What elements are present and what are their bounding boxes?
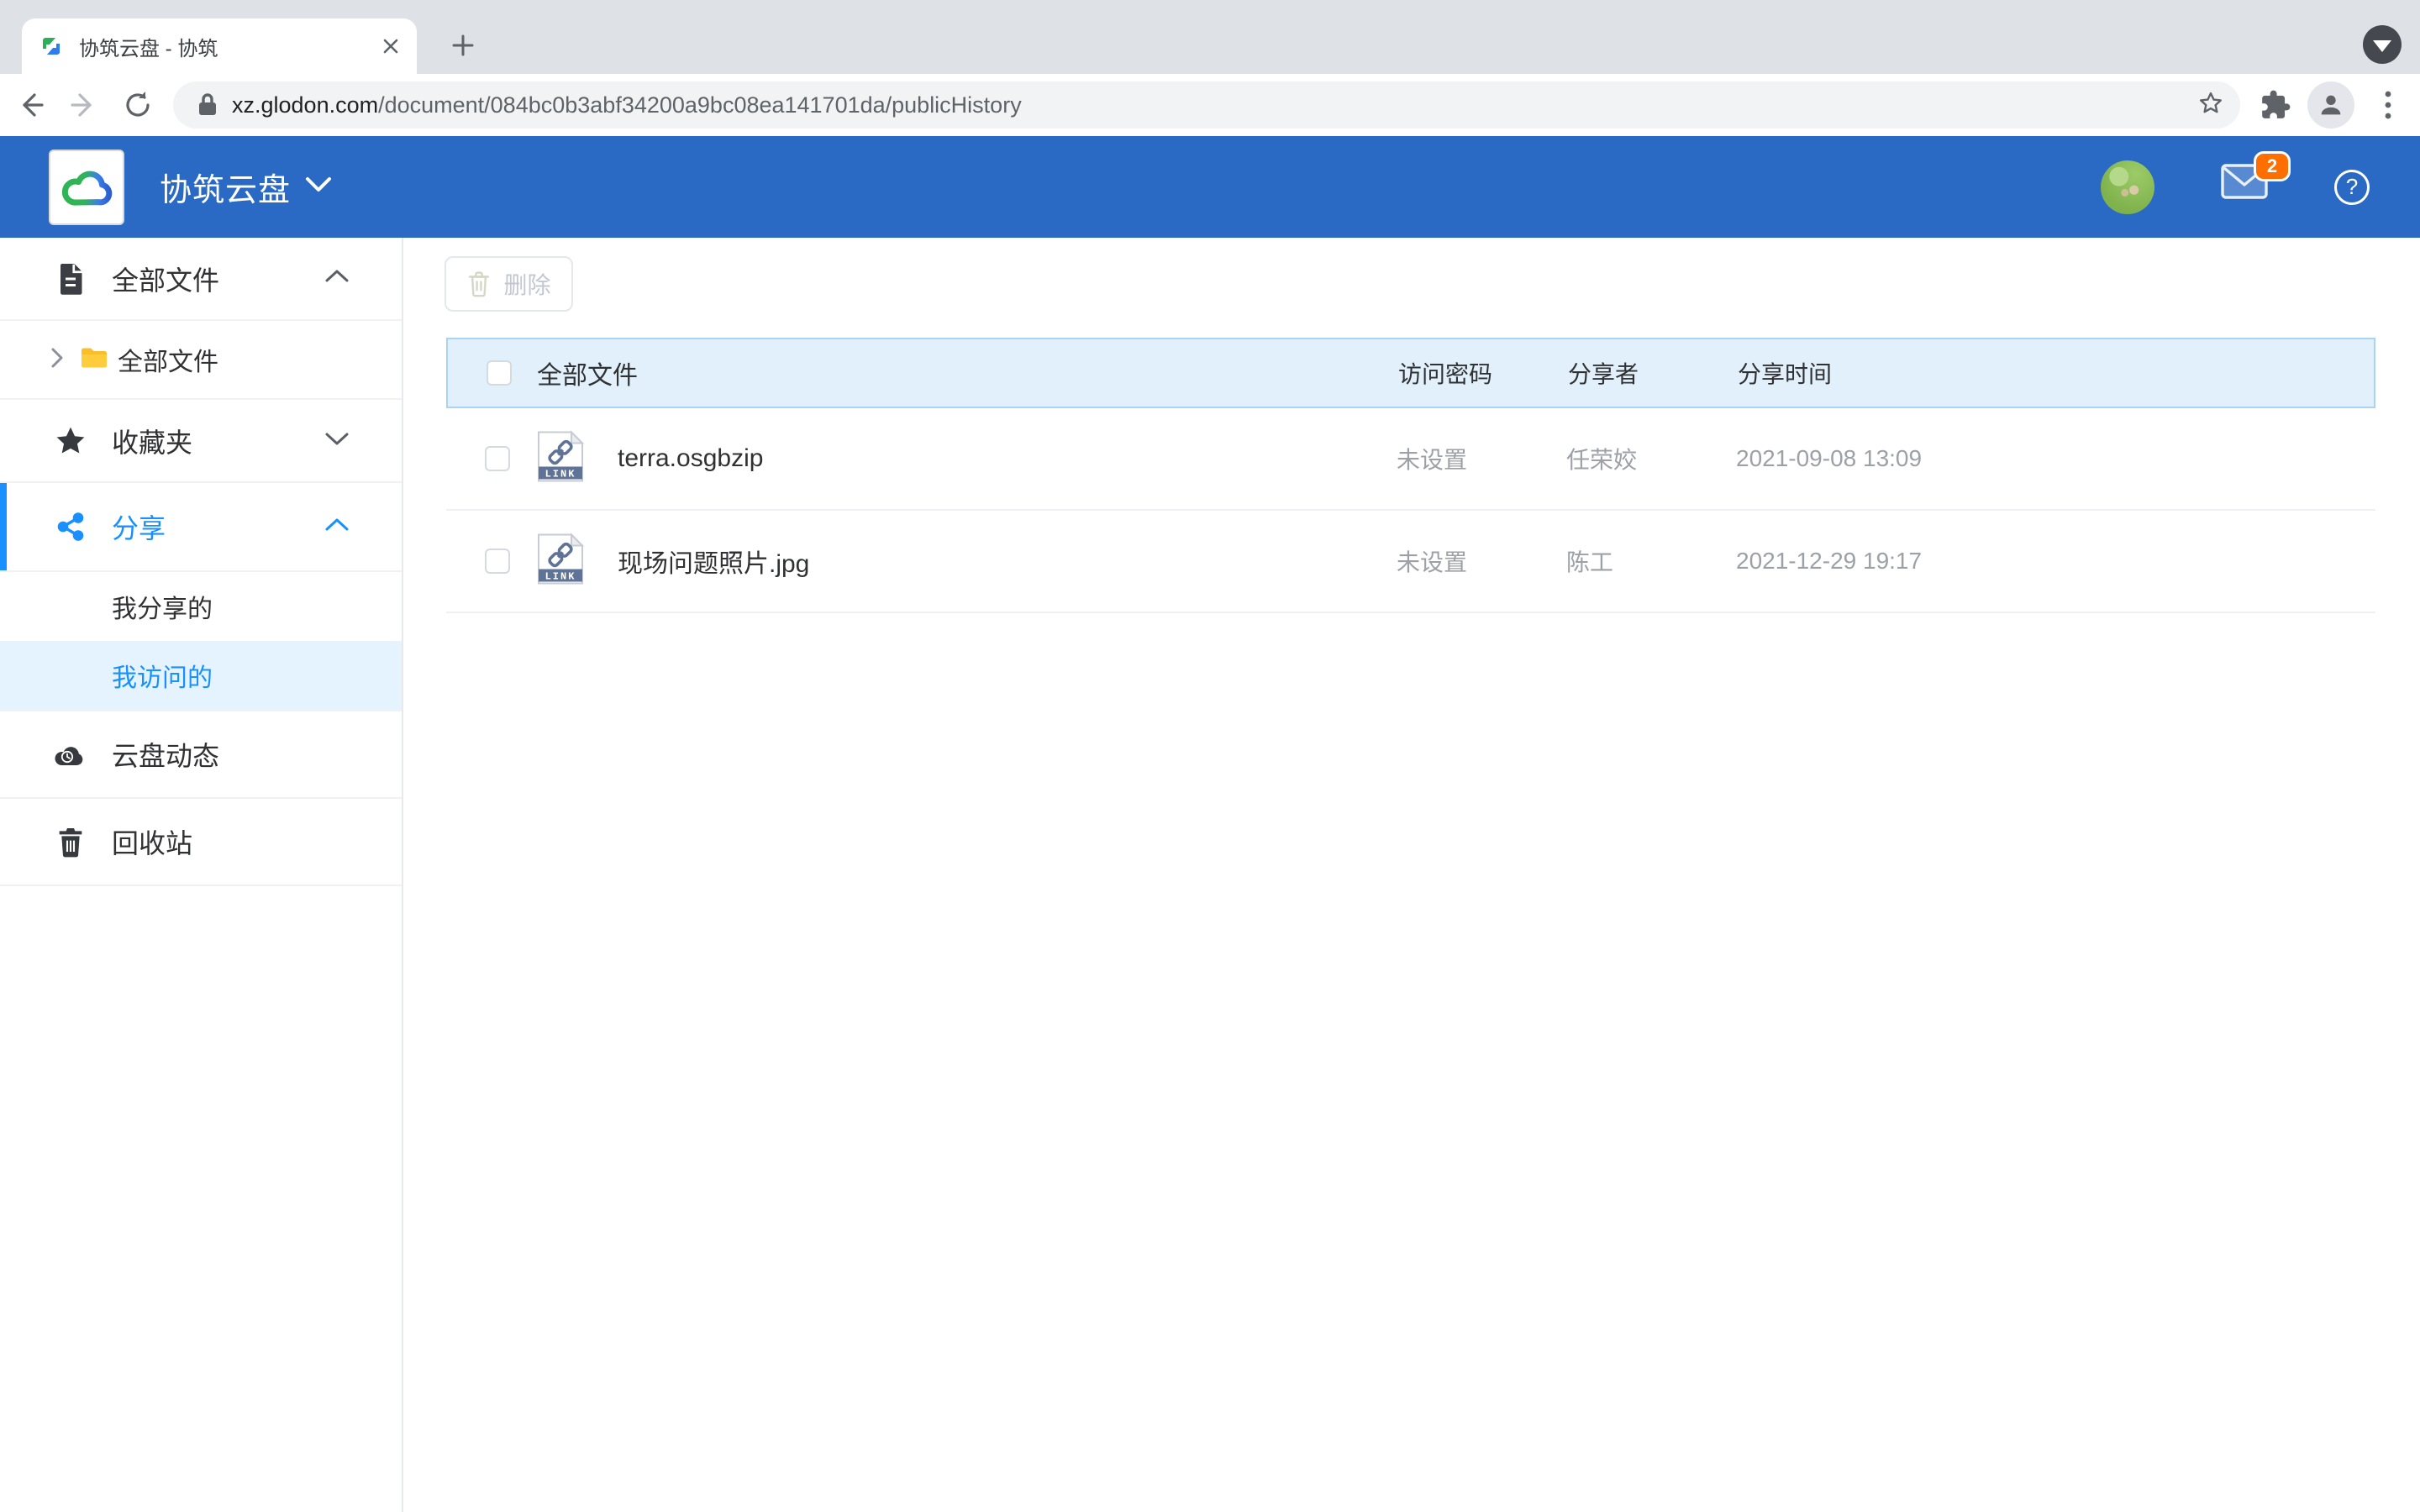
delete-button[interactable]: 删除 — [445, 256, 573, 312]
new-tab-button[interactable] — [443, 25, 483, 66]
header-actions: 2 ? — [2101, 136, 2370, 238]
sidebar-item-label: 我访问的 — [112, 657, 213, 694]
reload-button[interactable] — [114, 81, 161, 129]
tab-close-icon[interactable] — [376, 32, 405, 60]
tab-search-button[interactable] — [2363, 25, 2402, 64]
forward-button[interactable] — [60, 81, 108, 129]
file-name[interactable]: terra.osgbzip — [618, 444, 763, 473]
address-bar[interactable]: xz.glodon.com/document/084bc0b3abf34200a… — [173, 81, 2240, 129]
browser-menu-icon[interactable] — [2365, 81, 2412, 129]
lock-icon — [197, 92, 218, 118]
cloud-activity-icon — [54, 742, 87, 767]
sidebar-item-label: 我分享的 — [112, 588, 213, 625]
chevron-down-icon[interactable] — [304, 176, 333, 198]
sidebar: 全部文件 全部文件 收藏夹 — [0, 238, 403, 1512]
app-title: 协筑云盘 — [160, 164, 291, 210]
link-badge-text: LINK — [545, 571, 576, 583]
cell-time: 2021-09-08 13:09 — [1736, 445, 1922, 472]
sidebar-item-label: 云盘动态 — [112, 735, 219, 774]
sidebar-item-drive-activity[interactable]: 云盘动态 — [0, 711, 402, 799]
sidebar-item-all-files[interactable]: 全部文件 — [0, 238, 402, 321]
share-icon — [54, 512, 87, 542]
browser-profile-icon[interactable] — [2307, 81, 2354, 129]
sidebar-item-favorites[interactable]: 收藏夹 — [0, 400, 402, 483]
notification-badge: 2 — [2254, 151, 2291, 181]
app-header: 协筑云盘 2 ? — [0, 136, 2420, 238]
tab-title: 协筑云盘 - 协筑 — [79, 32, 376, 61]
sidebar-item-share[interactable]: 分享 — [0, 483, 402, 572]
select-all-label: 全部文件 — [537, 354, 638, 391]
browser-toolbar: xz.glodon.com/document/084bc0b3abf34200a… — [0, 74, 2420, 136]
cell-sharer: 任荣姣 — [1566, 442, 1637, 475]
table-row[interactable]: LINK terra.osgbzip 未设置 任荣姣 2021-09-08 13… — [446, 408, 2375, 511]
folder-icon — [80, 346, 108, 374]
sidebar-item-label: 全部文件 — [112, 260, 219, 298]
row-checkbox[interactable] — [485, 446, 510, 471]
link-file-icon: LINK — [534, 430, 587, 488]
main-content: 删除 全部文件 访问密码 分享者 分享时间 — [403, 238, 2420, 1512]
back-button[interactable] — [7, 81, 54, 129]
bookmark-star-icon[interactable] — [2196, 89, 2225, 122]
star-icon — [54, 426, 87, 456]
url-path: /document/084bc0b3abf34200a9bc08ea141701… — [378, 92, 1022, 118]
shares-table: 全部文件 访问密码 分享者 分享时间 — [446, 338, 2375, 613]
user-avatar[interactable] — [2101, 160, 2154, 214]
cell-time: 2021-12-29 19:17 — [1736, 548, 1922, 575]
chevron-right-icon[interactable] — [49, 346, 66, 374]
sidebar-item-recycle-bin[interactable]: 回收站 — [0, 799, 402, 886]
sidebar-item-label: 收藏夹 — [112, 422, 192, 460]
table-row[interactable]: LINK 现场问题照片.jpg 未设置 陈工 2021-12-29 19:17 — [446, 511, 2375, 613]
column-header-sharer: 分享者 — [1568, 356, 1639, 390]
chevron-up-icon[interactable] — [324, 517, 350, 538]
browser-tab[interactable]: 协筑云盘 - 协筑 — [22, 18, 417, 74]
cell-password: 未设置 — [1397, 544, 1467, 578]
sidebar-tree-item-all-files[interactable]: 全部文件 — [0, 321, 402, 400]
sidebar-item-label: 回收站 — [112, 822, 192, 861]
help-glyph: ? — [2346, 174, 2358, 200]
link-badge-text: LINK — [545, 469, 576, 480]
link-file-icon: LINK — [534, 533, 587, 591]
cell-sharer: 陈工 — [1566, 544, 1613, 578]
trash-icon — [54, 826, 87, 858]
sidebar-item-label: 全部文件 — [118, 341, 218, 378]
file-name[interactable]: 现场问题照片.jpg — [618, 543, 809, 580]
table-header-row: 全部文件 访问密码 分享者 分享时间 — [446, 338, 2375, 408]
select-all-checkbox[interactable] — [487, 360, 512, 386]
column-header-time: 分享时间 — [1738, 356, 1832, 390]
extensions-icon[interactable] — [2252, 81, 2299, 129]
url-text: xz.glodon.com/document/084bc0b3abf34200a… — [232, 92, 2186, 118]
notifications-button[interactable]: 2 — [2220, 163, 2269, 212]
chevron-up-icon[interactable] — [324, 268, 350, 289]
browser-tab-strip: 协筑云盘 - 协筑 — [0, 0, 2420, 74]
sidebar-item-my-accessed[interactable]: 我访问的 — [0, 641, 402, 711]
cloud-logo-icon — [59, 160, 114, 215]
help-button[interactable]: ? — [2334, 170, 2370, 205]
trash-outline-icon — [466, 270, 492, 298]
chevron-down-icon — [2373, 40, 2391, 52]
column-header-password: 访问密码 — [1398, 356, 1492, 390]
sidebar-item-my-shared[interactable]: 我分享的 — [0, 572, 402, 641]
chevron-down-icon[interactable] — [324, 430, 350, 451]
app-logo[interactable] — [49, 150, 124, 225]
cell-password: 未设置 — [1397, 442, 1467, 475]
url-domain: xz.glodon.com — [232, 92, 378, 118]
sidebar-item-label: 分享 — [112, 507, 166, 546]
site-favicon-icon — [39, 34, 64, 59]
delete-button-label: 删除 — [503, 267, 550, 301]
active-indicator — [0, 483, 7, 570]
row-checkbox[interactable] — [485, 549, 510, 574]
document-icon — [54, 262, 87, 296]
